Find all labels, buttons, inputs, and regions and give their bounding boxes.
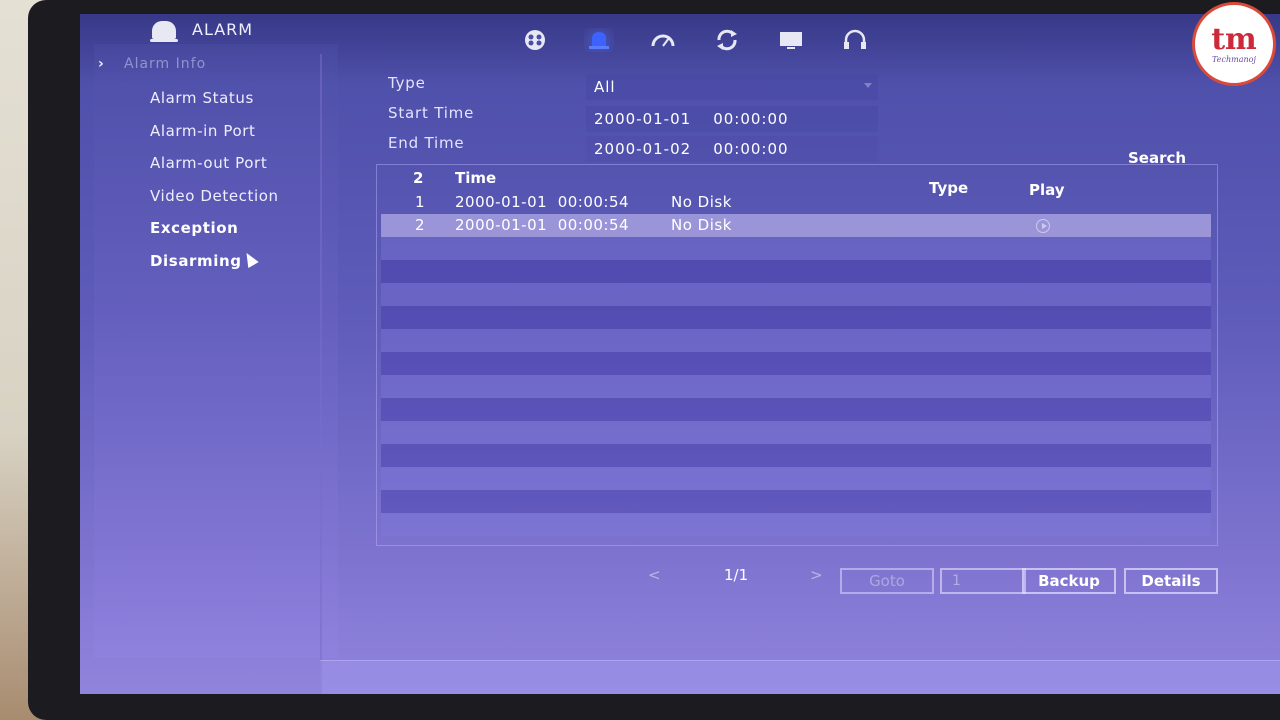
content-divider [320, 54, 322, 694]
sidebar-header[interactable]: › Alarm Info [98, 56, 206, 72]
end-time-value: 00:00:00 [713, 140, 789, 158]
sidebar-item-disarming[interactable]: Disarming [150, 245, 279, 278]
dvr-screen: ALARM › Alarm Info Alarm Status Alarm-in… [80, 14, 1280, 694]
end-time-field[interactable]: 2000-01-02 00:00:00 [586, 136, 878, 162]
start-time-label: Start Time [388, 104, 475, 122]
row-time: 2000-01-01 00:00:54 [455, 193, 630, 211]
sidebar-item-alarm-in-port[interactable]: Alarm-in Port [150, 115, 279, 148]
window-title-text: ALARM [192, 20, 254, 39]
row-index: 1 [415, 193, 426, 211]
goto-page-input[interactable]: 1 [940, 568, 1026, 594]
empty-row [381, 398, 1211, 421]
logo-mark: tm [1211, 21, 1257, 57]
next-page-button[interactable]: > [810, 566, 823, 584]
end-time-label: End Time [388, 134, 465, 152]
end-date-value: 2000-01-02 [594, 140, 692, 158]
row-event: No Disk [671, 216, 732, 234]
table-row[interactable]: 2 2000-01-01 00:00:54 No Disk [381, 214, 1211, 237]
empty-row [381, 444, 1211, 467]
top-toolbar [520, 28, 870, 52]
type-dropdown[interactable]: All [586, 74, 878, 100]
goto-button[interactable]: Goto [840, 568, 934, 594]
record-count: 2 [413, 169, 424, 187]
alarm-table: 2 Time Type Play 1 2000-01-01 00:00:54 N… [376, 164, 1218, 546]
chevron-right-icon: › [98, 56, 105, 72]
alarm-light-icon[interactable] [584, 28, 614, 52]
empty-row [381, 490, 1211, 513]
play-icon[interactable] [1036, 219, 1050, 233]
empty-row [381, 375, 1211, 398]
channel-logo: tm Techmanoj [1192, 2, 1276, 86]
type-label: Type [388, 74, 426, 92]
sidebar-item-video-detection[interactable]: Video Detection [150, 180, 279, 213]
status-bar [320, 660, 1280, 694]
empty-row [381, 260, 1211, 283]
details-button[interactable]: Details [1124, 568, 1218, 594]
monitor-icon[interactable] [776, 28, 806, 52]
film-reel-icon[interactable] [520, 28, 550, 52]
empty-row [381, 329, 1211, 352]
empty-row [381, 352, 1211, 375]
empty-row [381, 421, 1211, 444]
sidebar-menu: Alarm Status Alarm-in Port Alarm-out Por… [150, 82, 279, 277]
headset-icon[interactable] [840, 28, 870, 52]
page-indicator: 1/1 [724, 566, 749, 584]
start-time-value: 00:00:00 [713, 110, 789, 128]
prev-page-button[interactable]: < [648, 566, 661, 584]
empty-row [381, 513, 1211, 536]
table-body: 1 2000-01-01 00:00:54 No Disk 2 2000-01-… [381, 191, 1211, 536]
table-header: 2 Time Type Play [377, 165, 1217, 199]
sidebar-item-alarm-status[interactable]: Alarm Status [150, 82, 279, 115]
alarm-icon [150, 20, 178, 42]
logo-subtitle: Techmanoj [1212, 54, 1256, 64]
table-row[interactable]: 1 2000-01-01 00:00:54 No Disk [381, 191, 1211, 214]
start-date-value: 2000-01-01 [594, 110, 692, 128]
refresh-icon[interactable] [712, 28, 742, 52]
empty-row [381, 283, 1211, 306]
row-event: No Disk [671, 193, 732, 211]
empty-row [381, 306, 1211, 329]
empty-row [381, 467, 1211, 490]
gauge-icon[interactable] [648, 28, 678, 52]
empty-row [381, 237, 1211, 260]
chevron-down-icon [864, 83, 872, 88]
sidebar-item-exception[interactable]: Exception [150, 212, 279, 245]
sidebar-item-alarm-out-port[interactable]: Alarm-out Port [150, 147, 279, 180]
start-time-field[interactable]: 2000-01-01 00:00:00 [586, 106, 878, 132]
backup-button[interactable]: Backup [1022, 568, 1116, 594]
window-title: ALARM [150, 20, 254, 42]
row-time: 2000-01-01 00:00:54 [455, 216, 630, 234]
row-index: 2 [415, 216, 426, 234]
column-time[interactable]: Time [455, 169, 496, 187]
